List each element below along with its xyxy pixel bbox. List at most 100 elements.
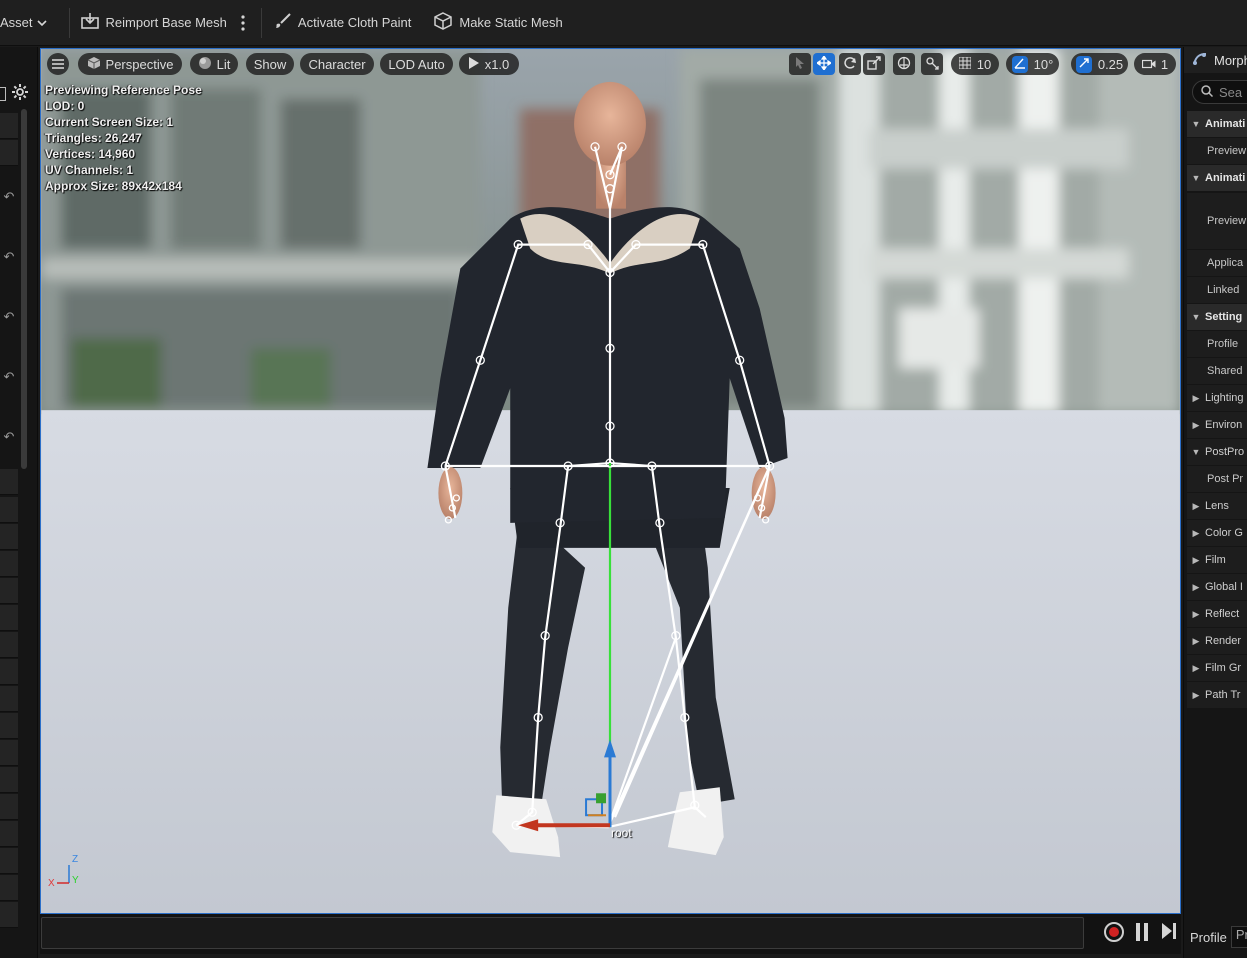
reset-arrow-icon[interactable]: ↶ [0,369,18,389]
asset-menu[interactable]: Asset [0,0,55,46]
scale-icon [867,55,881,73]
list-item[interactable] [0,686,18,712]
category-animation[interactable]: ▼ Animati [1187,111,1247,137]
category-film[interactable]: ▶ Film [1187,547,1247,573]
scale-snap-button[interactable]: 0.25 [1071,53,1128,75]
playback-speed-button[interactable]: x1.0 [459,53,519,75]
collapsed-arrow-icon: ▶ [1192,527,1200,538]
reset-arrow-icon[interactable]: ↶ [0,249,18,269]
property-label: Post Pr [1207,473,1244,485]
viewport[interactable]: root Perspective Lit Show Character LOD [40,48,1181,914]
rotation-snap-button[interactable]: 10° [1006,53,1059,75]
step-forward-icon[interactable] [1161,922,1179,942]
camera-speed-button[interactable]: 1 [1134,53,1176,75]
tab-morph-label: Morph [1214,52,1247,68]
lod-button[interactable]: LOD Auto [380,53,453,75]
category-film-grain[interactable]: ▶ Film Gr [1187,655,1247,681]
category-label: Film [1205,554,1226,566]
profile-dropdown[interactable]: Pr [1230,926,1247,948]
list-item[interactable] [0,902,18,928]
list-item[interactable] [0,875,18,901]
category-rendering[interactable]: ▶ Render [1187,628,1247,654]
stats-line: Vertices: 14,960 [45,147,136,161]
category-lighting[interactable]: ▶ Lighting [1187,385,1247,411]
grid-icon [958,56,972,72]
tab-morph[interactable]: Morph [1184,47,1247,73]
surface-snap-button[interactable] [921,53,943,75]
left-panel: ↶ ↶ ↶ ↶ ↶ [0,47,38,958]
property-label: Applica [1207,257,1244,269]
list-item[interactable] [0,524,18,550]
property-row[interactable]: Preview [1187,193,1247,249]
list-item[interactable] [0,767,18,793]
property-label: Preview [1207,215,1247,227]
list-item[interactable] [0,551,18,577]
category-lens[interactable]: ▶ Lens [1187,493,1247,519]
coordinate-space-button[interactable] [893,53,915,75]
axis-label-x: X [48,878,55,889]
list-item[interactable] [0,848,18,874]
list-item[interactable] [0,469,18,495]
grid-icon[interactable] [0,87,6,101]
viewport-menu-button[interactable] [47,53,69,75]
list-item[interactable] [0,821,18,847]
perspective-label: Perspective [105,56,174,72]
activate-cloth-paint-button[interactable]: Activate Cloth Paint [266,0,419,46]
list-item[interactable] [0,497,18,523]
category-postprocess[interactable]: ▼ PostPro [1187,439,1247,465]
reset-arrow-icon[interactable]: ↶ [0,189,18,209]
record-button[interactable] [1104,922,1124,942]
angle-icon [1011,55,1028,73]
camera-icon [1141,57,1156,72]
pause-icon[interactable] [1135,923,1149,941]
property-label: Profile [1207,338,1239,350]
list-item[interactable] [0,740,18,766]
list-item[interactable] [0,713,18,739]
list-item[interactable] [0,659,18,685]
list-item[interactable] [0,113,18,139]
property-row[interactable]: Post Pr [1187,466,1247,492]
grid-snap-button[interactable]: 10 [951,53,999,75]
reimport-base-mesh-button[interactable]: Reimport Base Mesh [72,0,235,46]
property-label: Preview [1207,145,1247,157]
viewport-toolbar: Perspective Lit Show Character LOD Auto … [41,49,1180,79]
category-reflections[interactable]: ▶ Reflect [1187,601,1247,627]
settings-gear-icon[interactable] [11,83,29,104]
property-row[interactable]: Profile [1187,331,1247,357]
toolbar-divider [68,7,70,38]
search-input[interactable]: Sea [1192,80,1247,104]
character-button[interactable]: Character [300,53,374,75]
list-item[interactable] [0,605,18,631]
category-environment[interactable]: ▶ Environ [1187,412,1247,438]
show-button[interactable]: Show [246,53,294,75]
property-row[interactable]: Linked [1187,277,1247,303]
category-animation[interactable]: ▼ Animati [1187,165,1247,191]
reset-arrow-icon[interactable]: ↶ [0,429,18,449]
list-item[interactable] [0,578,18,604]
list-item[interactable] [0,140,18,166]
property-row[interactable]: Applica [1187,250,1247,276]
property-row[interactable]: Shared [1187,358,1247,384]
list-item[interactable] [0,794,18,820]
translate-mode-button[interactable] [813,53,835,75]
console-input[interactable] [41,917,1084,949]
category-color-grading[interactable]: ▶ Color G [1187,520,1247,546]
more-options-icon[interactable] [235,0,251,46]
speed-label: x1.0 [484,56,510,72]
rotate-mode-button[interactable] [839,53,861,75]
lit-mode-button[interactable]: Lit [190,53,238,75]
category-settings[interactable]: ▼ Setting [1187,304,1247,330]
scrollbar[interactable] [21,109,27,469]
category-global-illumination[interactable]: ▶ Global I [1187,574,1247,600]
property-row[interactable]: Preview [1187,138,1247,164]
select-mode-button[interactable] [789,53,811,75]
make-static-mesh-button[interactable]: Make Static Mesh [425,0,570,46]
details-panel: Morph Sea ▼ Animati Preview ▼ Animati Prev… [1183,47,1247,958]
stats-line: Current Screen Size: 1 [45,115,174,129]
reset-arrow-icon[interactable]: ↶ [0,309,18,329]
expanded-arrow-icon: ▼ [1191,119,1201,129]
perspective-button[interactable]: Perspective [78,53,182,75]
scale-mode-button[interactable] [863,53,885,75]
category-path-tracing[interactable]: ▶ Path Tr [1187,682,1247,708]
list-item[interactable] [0,632,18,658]
